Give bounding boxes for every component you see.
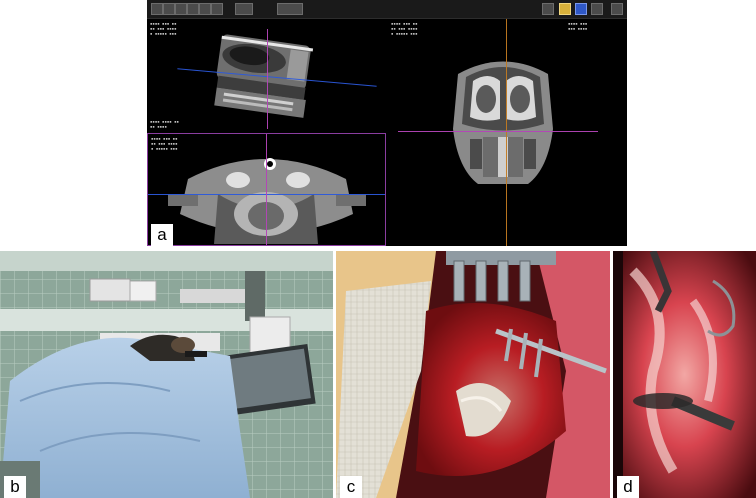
sagittal-info-overlay: ▪▪▪▪ ▪▪▪ ▪▪ ▪▪ ▪▪▪ ▪▪▪▪ ▪ ▪▪▪▪▪ ▪▪▪: [150, 21, 177, 36]
axial-vertical-crosshair[interactable]: [266, 134, 267, 245]
panel-c-label: c: [340, 476, 362, 498]
export-tool-icon[interactable]: [542, 3, 554, 15]
window-preset-icon[interactable]: [277, 3, 303, 15]
microscope-view-photo: d: [613, 251, 756, 498]
layout-tool-icon[interactable]: [235, 3, 253, 15]
surgical-field-image: [336, 251, 610, 498]
operating-room-image: [0, 251, 333, 498]
settings-tool-icon[interactable]: [611, 3, 623, 15]
coronal-reference-line[interactable]: [267, 29, 268, 129]
pointer-tool-icon[interactable]: [151, 3, 163, 15]
operating-room-photo: b: [0, 251, 333, 498]
panel-a-label: a: [151, 224, 173, 246]
coronal-info-overlay: ▪▪▪▪ ▪▪▪ ▪▪ ▪▪ ▪▪▪ ▪▪▪▪ ▪ ▪▪▪▪▪ ▪▪▪: [391, 21, 418, 36]
rotate-tool-icon[interactable]: [211, 3, 223, 15]
zoom-tool-icon[interactable]: [163, 3, 175, 15]
ct-viewer-panel: ▪▪▪▪ ▪▪▪ ▪▪ ▪▪ ▪▪▪ ▪▪▪▪ ▪ ▪▪▪▪▪ ▪▪▪ ▪▪▪▪ ▪…: [147, 0, 627, 246]
pan-tool-icon[interactable]: [175, 3, 187, 15]
coronal-window-overlay: ▪▪▪▪ ▪▪▪ ▪▪▪ ▪▪▪▪: [568, 21, 588, 31]
coronal-ct-image: [453, 61, 553, 184]
surgical-field-photo: c: [336, 251, 610, 498]
sagittal-reference-line[interactable]: [506, 19, 507, 246]
axial-viewport[interactable]: ▪▪▪▪ ▪▪▪ ▪▪ ▪▪ ▪▪▪ ▪▪▪▪ ▪ ▪▪▪▪▪ ▪▪▪: [147, 133, 386, 246]
viewer-toolbar: [147, 0, 627, 19]
crosshair-tool-icon[interactable]: [575, 3, 587, 15]
panel-b-label: b: [4, 476, 26, 498]
sagittal-viewport[interactable]: ▪▪▪▪ ▪▪▪ ▪▪ ▪▪ ▪▪▪ ▪▪▪▪ ▪ ▪▪▪▪▪ ▪▪▪ ▪▪▪▪ ▪…: [147, 19, 386, 131]
grid-tool-icon[interactable]: [591, 3, 603, 15]
coronal-viewport[interactable]: ▪▪▪▪ ▪▪▪ ▪▪ ▪▪ ▪▪▪ ▪▪▪▪ ▪ ▪▪▪▪▪ ▪▪▪ ▪▪▪▪ ▪…: [388, 19, 627, 246]
sagittal-zoom-overlay: ▪▪▪▪ ▪▪▪▪ ▪▪ ▪▪ ▪▪▪▪: [150, 119, 179, 129]
measure-tool-icon[interactable]: [199, 3, 211, 15]
microscope-view-image: [613, 251, 756, 498]
axial-reference-line-coronal[interactable]: [398, 131, 598, 132]
axial-info-overlay: ▪▪▪▪ ▪▪▪ ▪▪ ▪▪ ▪▪▪ ▪▪▪▪ ▪ ▪▪▪▪▪ ▪▪▪: [151, 136, 178, 151]
contrast-tool-icon[interactable]: [187, 3, 199, 15]
panel-d-label: d: [617, 476, 639, 498]
annotation-tool-icon[interactable]: [559, 3, 571, 15]
